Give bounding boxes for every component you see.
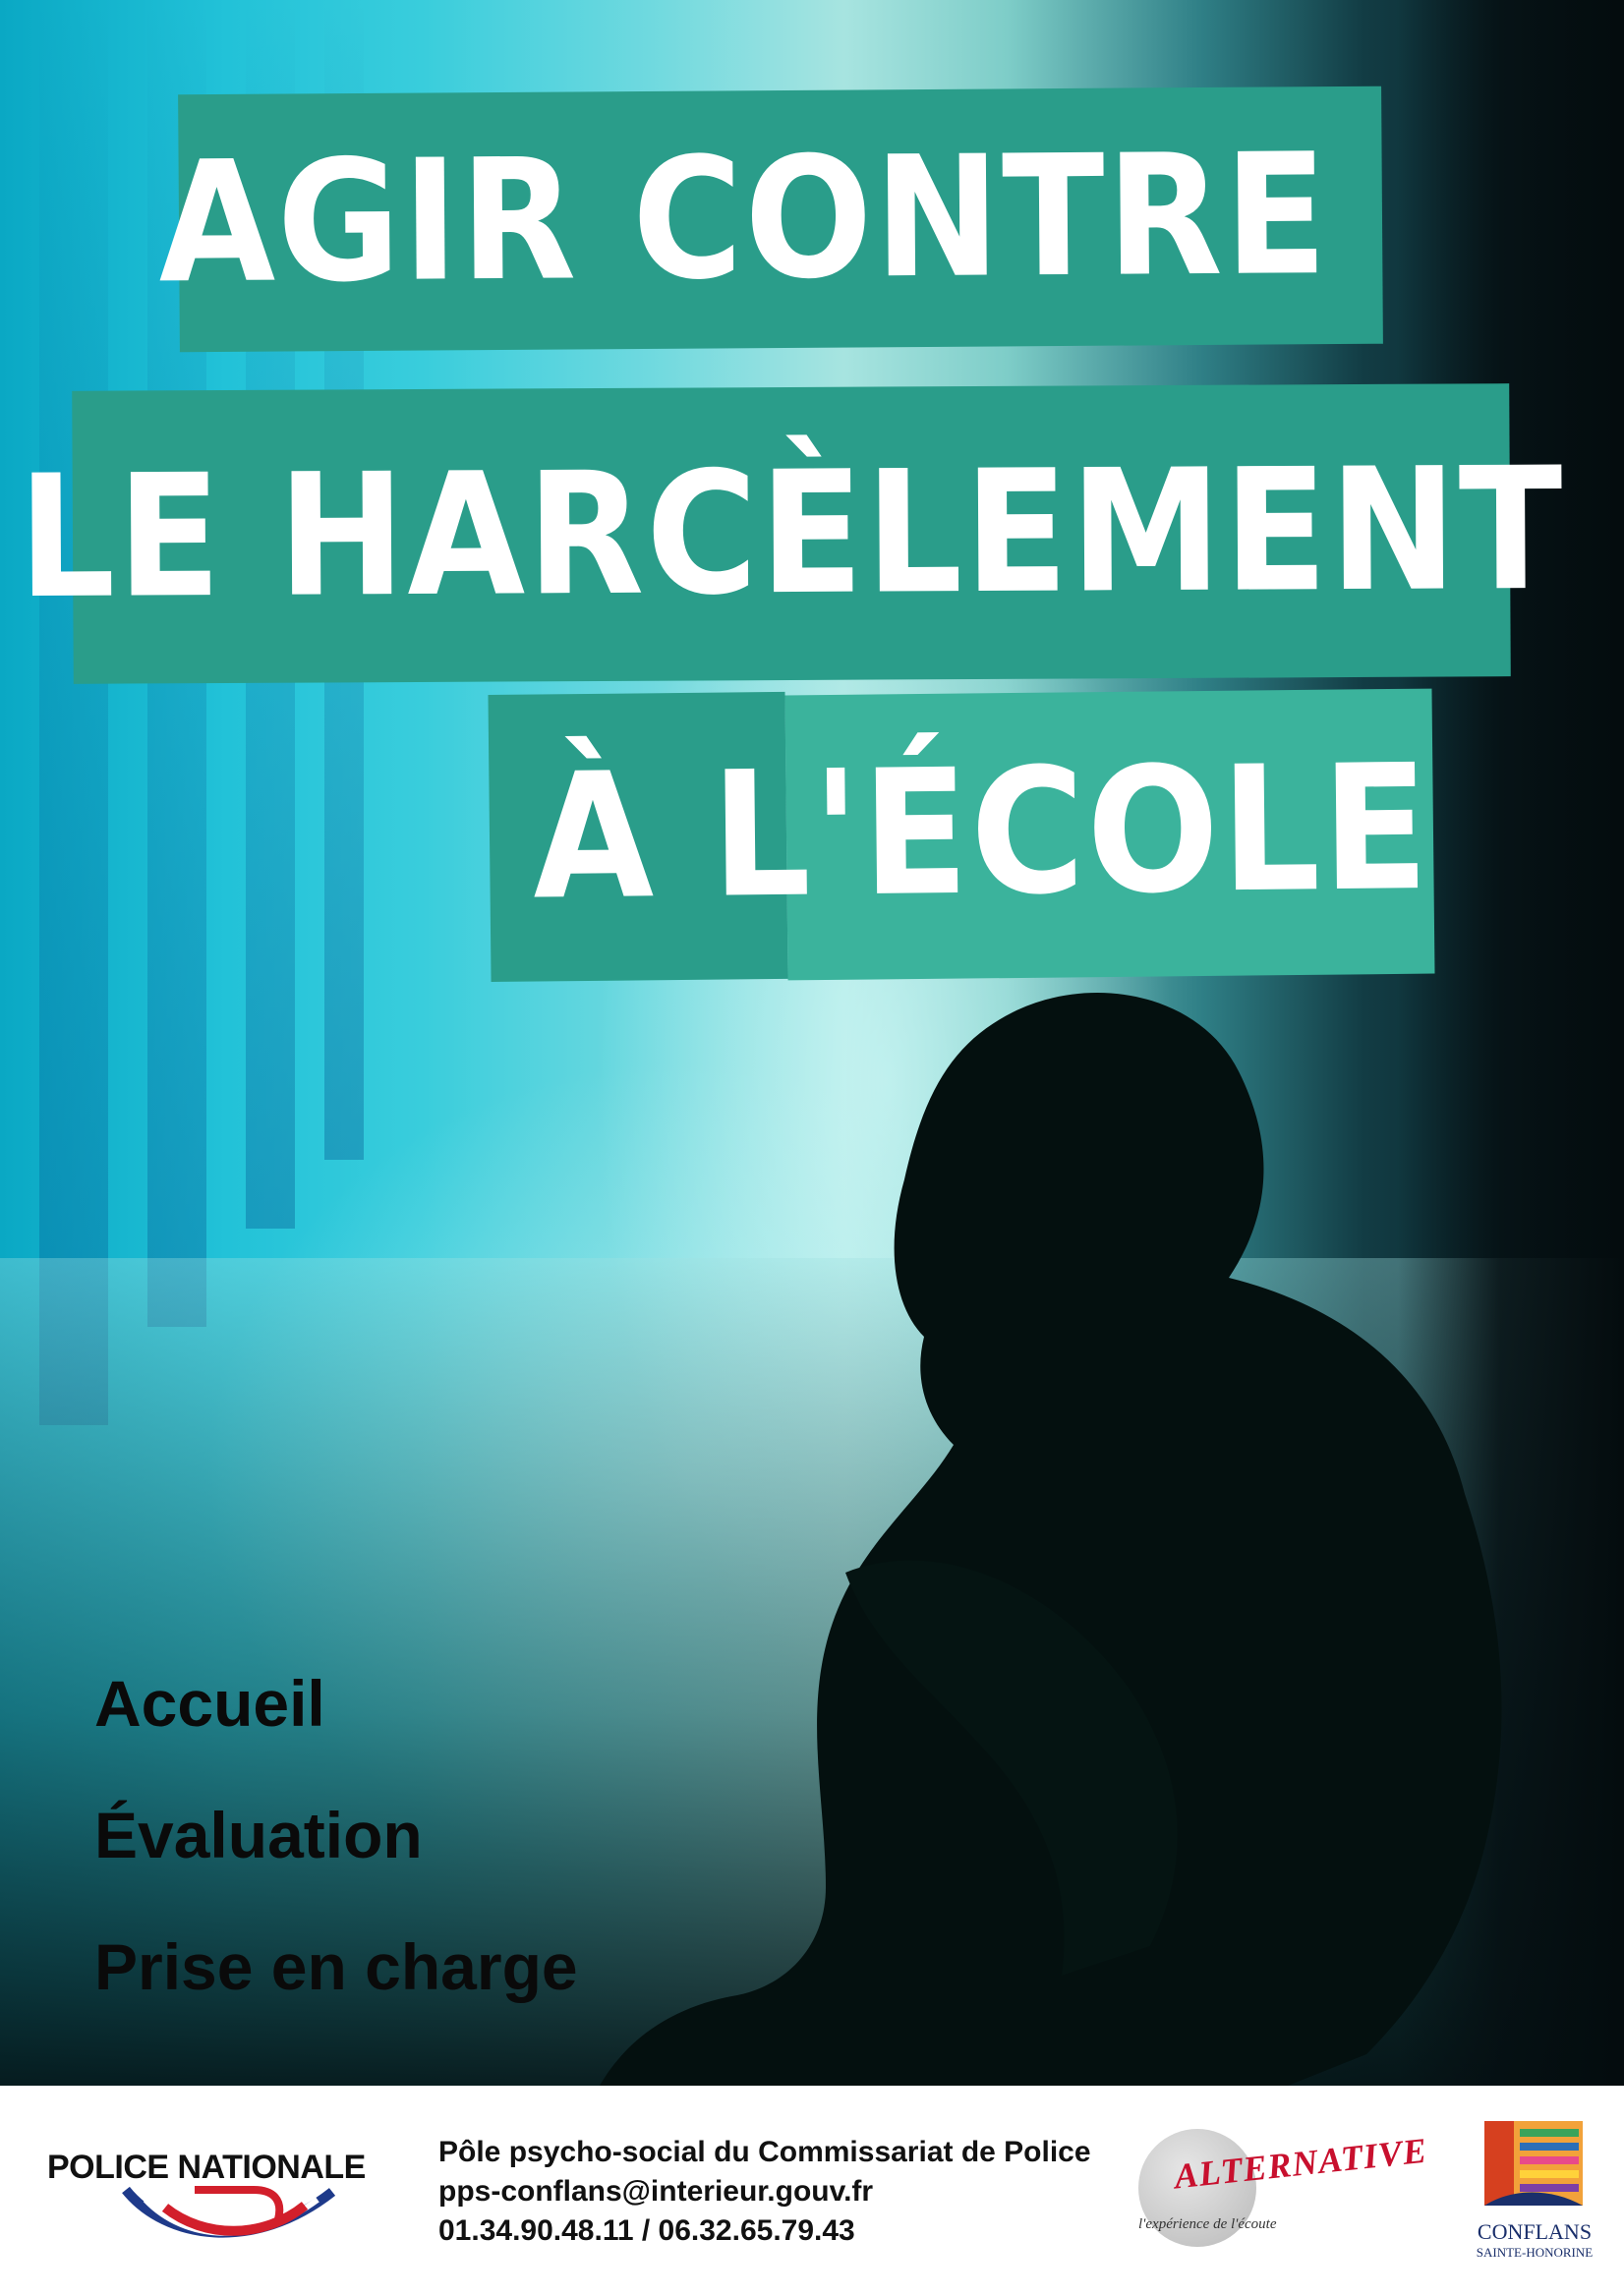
conflans-logo-subtitle: SAINTE-HONORINE (1476, 2245, 1594, 2260)
headline-line-1-text: AGIR CONTRE (157, 118, 1330, 321)
service-prise-en-charge: Prise en charge (94, 1930, 578, 2003)
conflans-logo-name: CONFLANS (1477, 2219, 1593, 2244)
service-accueil: Accueil (94, 1667, 325, 1740)
contact-email: pps-conflans@interieur.gouv.fr (438, 2175, 874, 2208)
headline-line-1: AGIR CONTRE (158, 86, 1383, 353)
service-evaluation: Évaluation (94, 1799, 423, 1871)
headline-line-2: LE HARCÈLEMENT (18, 383, 1565, 684)
contact-organization: Pôle psycho-social du Commissariat de Po… (438, 2136, 1091, 2168)
conflans-logo (1484, 2121, 1583, 2206)
police-nationale-wordmark: POLICE NATIONALE (47, 2149, 366, 2186)
services-list: Accueil Évaluation Prise en charge (94, 1671, 578, 2066)
alternative-logo-tagline: l'expérience de l'écoute (1138, 2216, 1277, 2232)
contact-info: Pôle psycho-social du Commissariat de Po… (438, 2133, 1091, 2251)
headline-line-2-text: LE HARCÈLEMENT (17, 430, 1566, 637)
contact-phones: 01.34.90.48.11 / 06.32.65.79.43 (438, 2214, 855, 2247)
sitting-child-silhouette (600, 993, 1502, 2086)
headline-line-3: À L'ÉCOLE (488, 685, 1434, 983)
headline-line-3-text: À L'ÉCOLE (531, 727, 1432, 939)
corridor-pillar (39, 0, 108, 1425)
